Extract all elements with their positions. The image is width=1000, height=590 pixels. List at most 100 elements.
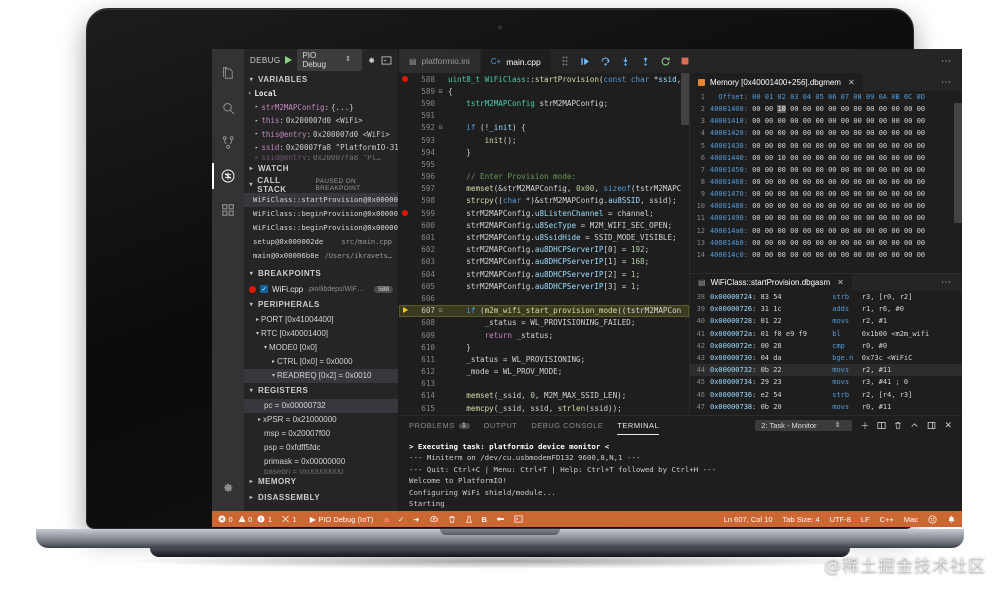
hex-byte[interactable]: 00 [879,227,887,235]
hex-byte[interactable]: 00 [752,239,760,247]
fold-toggle-icon[interactable]: ⊟ [435,307,446,314]
hex-row[interactable]: 13 400014b0: 00 00 00 00 00 00 00 00 00 0… [690,237,962,249]
hex-byte[interactable]: 00 [828,239,836,247]
hex-byte[interactable]: 00 [904,117,912,125]
hex-byte[interactable]: 00 [891,117,899,125]
hex-row[interactable]: 4 40001420: 00 00 00 00 00 00 00 00 00 00… [690,127,962,139]
close-icon[interactable]: ✕ [837,278,844,287]
hex-byte[interactable]: 00 [765,190,773,198]
hex-byte[interactable]: 00 [879,105,887,113]
hex-byte[interactable]: 00 [891,190,899,198]
code-line[interactable]: 599 strM2MAPConfig.u8ListenChannel = cha… [399,207,689,219]
pio-upload-fs-icon[interactable] [429,515,439,523]
hex-byte[interactable]: 00 [853,178,861,186]
hex-byte[interactable]: 00 [752,178,760,186]
hex-byte[interactable]: 00 [828,190,836,198]
step-over-icon[interactable] [600,56,611,67]
status-errors[interactable]: 0 [218,515,233,524]
code-line[interactable]: 600 strM2MAPConfig.u8SecType = M2M_WIFI_… [399,219,689,231]
pio-clean-icon[interactable] [448,515,456,524]
hex-byte[interactable]: 00 [841,178,849,186]
hex-byte[interactable]: 00 [866,142,874,150]
hex-byte[interactable]: 00 [752,142,760,150]
hex-byte[interactable]: 00 [752,214,760,222]
hex-byte[interactable]: 00 [904,178,912,186]
disassembly-row[interactable]: 480x0000073a: 20 e0 b.n 0x77e <WiFiClass [690,413,962,416]
hex-byte[interactable]: 00 [752,190,760,198]
code-line[interactable]: 615 memcpy(_ssid, ssid, strlen(ssid)); [399,402,689,414]
hex-byte[interactable]: 00 [866,251,874,259]
hex-byte[interactable]: 00 [917,166,925,174]
hex-byte[interactable]: 00 [803,178,811,186]
variables-scope-row[interactable]: ▾ Local [244,87,398,101]
status-eol[interactable]: LF [861,515,870,524]
variable-row[interactable]: ▸ this: 0x200007d0 <WiFi> [244,114,398,128]
code-line[interactable]: 590 tstrM2MAPConfig strM2MAPConfig; [399,97,689,109]
hex-byte[interactable]: 00 [866,227,874,235]
hex-byte[interactable]: 00 [841,214,849,222]
hex-byte[interactable]: 00 [917,129,925,137]
hex-byte[interactable]: 00 [917,154,925,162]
hex-byte[interactable]: 00 [790,178,798,186]
stop-icon[interactable] [680,56,691,67]
hex-byte[interactable]: 00 [879,251,887,259]
code-line[interactable]: 601 strM2MAPConfig.u8SsidHide = SSID_MOD… [399,231,689,243]
hex-byte[interactable]: 00 [917,202,925,210]
code-line[interactable]: 593 init(); [399,134,689,146]
hex-byte[interactable]: 00 [815,178,823,186]
hex-byte[interactable]: 00 [790,166,798,174]
hex-byte[interactable]: 00 [904,190,912,198]
hex-row[interactable]: 12 400014a0: 00 00 00 00 00 00 00 00 00 0… [690,225,962,237]
hex-byte[interactable]: 00 [841,142,849,150]
disassembly-row[interactable]: 45 0x00000734: 29 23 movs r3, #41 ; 0 [690,376,962,388]
hex-byte[interactable]: 00 [891,129,899,137]
hex-byte[interactable]: 00 [866,214,874,222]
variable-row[interactable]: ▸ this@entry: 0x200007d0 <WiFi> [244,128,398,142]
hex-byte[interactable]: 00 [841,227,849,235]
hex-byte[interactable]: 00 [828,202,836,210]
hex-byte[interactable]: 00 [752,129,760,137]
hex-byte[interactable]: 00 [866,239,874,247]
hex-byte[interactable]: 00 [866,105,874,113]
hex-byte[interactable]: 00 [879,154,887,162]
status-encoding[interactable]: UTF-8 [830,515,851,524]
hex-byte[interactable]: 00 [790,154,798,162]
hex-byte[interactable]: 00 [803,227,811,235]
hex-byte[interactable]: 00 [790,202,798,210]
hex-byte[interactable]: 00 [752,166,760,174]
variables-header[interactable]: ▾ VARIABLES [244,71,398,87]
hex-byte[interactable]: 00 [765,227,773,235]
close-icon[interactable]: ✕ [848,78,855,87]
hex-byte[interactable]: 00 [917,117,925,125]
hex-byte[interactable]: 00 [803,239,811,247]
hex-byte[interactable]: 00 [841,154,849,162]
pio-serial-monitor-icon[interactable] [496,515,505,523]
hex-byte[interactable]: 00 [803,117,811,125]
hex-row[interactable]: 9 40001470: 00 00 00 00 00 00 00 00 00 00… [690,188,962,200]
hex-byte[interactable]: 00 [917,105,925,113]
code-line[interactable]: 605 strM2MAPConfig.au8DHCPServerIP[3] = … [399,280,689,292]
disassembly-row[interactable]: 42 0x0000072e: 00 28 cmp r0, #0 [690,340,962,352]
hex-byte[interactable]: 00 [828,166,836,174]
hex-byte[interactable]: 00 [841,202,849,210]
disassembly-row[interactable]: 41 0x0000072a: 01 f0 e9 f9 bl 0x1b00 <m2m… [690,328,962,340]
tab-problems[interactable]: PROBLEMS 1 [409,416,470,435]
callstack-header[interactable]: ▾ CALL STACK PAUSED ON BREAKPOINT [244,176,398,194]
hex-byte[interactable]: 00 [891,202,899,210]
peripheral-row[interactable]: ▸ CTRL [0x0] = 0x0000 [244,355,398,369]
hex-byte[interactable]: 00 [853,117,861,125]
status-infos[interactable]: 1 [257,515,272,524]
hex-byte[interactable]: 00 [790,239,798,247]
status-platform[interactable]: Mac [904,515,918,524]
disassembly-row[interactable]: 44 0x00000732: 0b 22 movs r2, #11 [690,364,962,377]
disassembly-header[interactable]: ▸ DISASSEMBLY [244,489,398,506]
hex-byte[interactable]: 00 [752,117,760,125]
hex-byte[interactable]: 00 [904,142,912,150]
hex-byte[interactable]: 00 [752,227,760,235]
code-line[interactable]: 594 } [399,146,689,158]
hex-byte[interactable]: 00 [841,129,849,137]
hex-byte[interactable]: 00 [777,117,785,125]
hex-byte[interactable]: 00 [803,129,811,137]
hex-byte[interactable]: 00 [904,251,912,259]
hex-byte[interactable]: 00 [777,129,785,137]
